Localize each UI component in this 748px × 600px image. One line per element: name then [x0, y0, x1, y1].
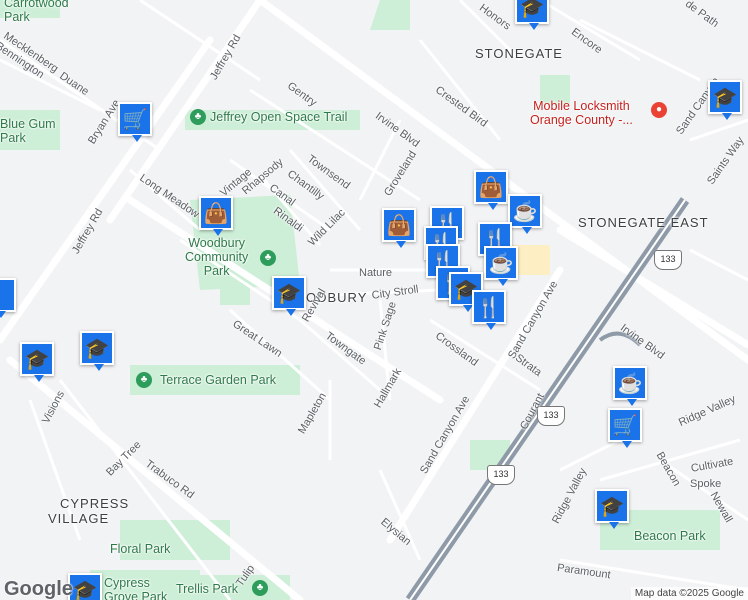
- cup-icon[interactable]: ☕: [613, 366, 647, 406]
- school-icon[interactable]: 🎓: [272, 276, 306, 316]
- marker-partial[interactable]: [0, 278, 16, 318]
- map-canvas[interactable]: STONEGATE STONEGATE EAST ODBURY CYPRESS …: [0, 0, 748, 600]
- bag-icon[interactable]: 👜: [382, 208, 416, 248]
- business-pin-icon[interactable]: ●: [651, 102, 667, 118]
- marker-partial[interactable]: 🎓: [515, 0, 549, 30]
- highway-133-shield: 133: [537, 406, 565, 426]
- cart-icon[interactable]: 🛒: [608, 408, 642, 448]
- label-jeffrey-open-space: Jeffrey Open Space Trail: [210, 110, 348, 124]
- label-terrace-garden-park: Terrace Garden Park: [160, 373, 277, 387]
- highway-133-shield: 133: [487, 465, 515, 485]
- fork-knife-icon[interactable]: 🍴: [472, 290, 506, 330]
- google-logo: Google: [4, 578, 73, 600]
- park-tree-icon: ♣: [252, 580, 268, 596]
- label-cypress: CYPRESS: [60, 496, 130, 511]
- label-mobile-locksmith[interactable]: Mobile Locksmith Orange County -...: [530, 99, 633, 127]
- label-beacon-park: Beacon Park: [634, 529, 706, 543]
- label-blue-gum-park: Blue Gum Park: [0, 117, 56, 145]
- park-tree-icon: ♣: [136, 372, 152, 388]
- label-stonegate-east: STONEGATE EAST: [578, 215, 709, 230]
- school-icon[interactable]: 🎓: [595, 489, 629, 529]
- bag-icon[interactable]: 👜: [199, 196, 233, 236]
- school-icon[interactable]: 🎓: [80, 331, 114, 371]
- school-icon[interactable]: 🎓: [20, 342, 54, 382]
- park-tree-icon: ♣: [190, 109, 206, 125]
- street-spoke: Spoke: [690, 478, 722, 490]
- label-village: VILLAGE: [48, 511, 110, 526]
- label-floral-park: Floral Park: [110, 542, 171, 556]
- label-carrotwood-park: Carrotwood Park: [4, 0, 69, 24]
- park-tree-icon: ♣: [260, 250, 276, 266]
- bag-icon[interactable]: 👜: [474, 170, 508, 210]
- label-cypress-grove-park: Cypress Grove Park: [104, 576, 168, 600]
- map-attribution[interactable]: Map data ©2025 Google: [630, 587, 748, 600]
- label-trellis-park: Trellis Park: [176, 582, 239, 596]
- label-woodbury-community-park: Woodbury Community Park: [185, 236, 249, 278]
- school-icon[interactable]: 🎓: [708, 80, 742, 120]
- cup-icon[interactable]: ☕: [484, 246, 518, 286]
- cup-icon[interactable]: ☕: [508, 194, 542, 234]
- highway-133-shield: 133: [654, 250, 682, 270]
- street-nature: Nature: [359, 267, 393, 279]
- label-stonegate: STONEGATE: [475, 46, 563, 61]
- cart-icon[interactable]: 🛒: [118, 102, 152, 142]
- school-icon[interactable]: 🎓: [68, 573, 102, 600]
